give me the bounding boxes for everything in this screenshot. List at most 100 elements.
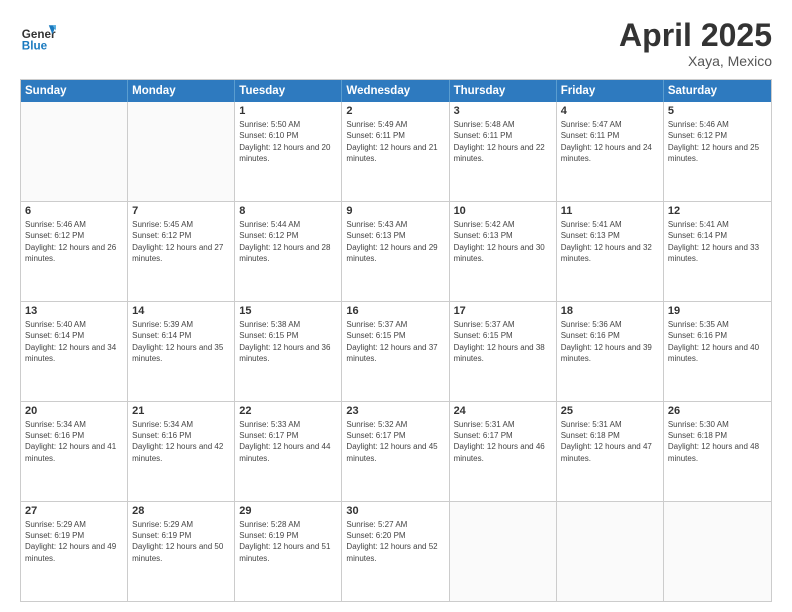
day-cell-27: 27 Sunrise: 5:29 AMSunset: 6:19 PMDayligh… (21, 502, 128, 601)
cell-info: Sunrise: 5:46 AMSunset: 6:12 PMDaylight:… (668, 119, 767, 164)
title-block: April 2025 Xaya, Mexico (619, 18, 772, 69)
cell-info: Sunrise: 5:37 AMSunset: 6:15 PMDaylight:… (454, 319, 552, 364)
day-number: 27 (25, 505, 123, 517)
cell-info: Sunrise: 5:31 AMSunset: 6:18 PMDaylight:… (561, 419, 659, 464)
day-header-friday: Friday (557, 80, 664, 102)
day-cell-16: 16 Sunrise: 5:37 AMSunset: 6:15 PMDayligh… (342, 302, 449, 401)
day-number: 20 (25, 405, 123, 417)
cell-info: Sunrise: 5:38 AMSunset: 6:15 PMDaylight:… (239, 319, 337, 364)
day-cell-5: 5Sunrise: 5:46 AMSunset: 6:12 PMDaylight… (664, 102, 771, 201)
cell-info: Sunrise: 5:33 AMSunset: 6:17 PMDaylight:… (239, 419, 337, 464)
day-cell-18: 18Sunrise: 5:36 AMSunset: 6:16 PMDayligh… (557, 302, 664, 401)
day-number: 15 (239, 305, 337, 317)
cell-info: Sunrise: 5:45 AMSunset: 6:12 PMDaylight:… (132, 219, 230, 264)
day-header-tuesday: Tuesday (235, 80, 342, 102)
location: Xaya, Mexico (619, 53, 772, 69)
day-cell-29: 29 Sunrise: 5:28 AMSunset: 6:19 PMDayligh… (235, 502, 342, 601)
logo-icon: General Blue (20, 18, 56, 54)
cell-info: Sunrise: 5:47 AMSunset: 6:11 PMDaylight:… (561, 119, 659, 164)
day-number: 2 (346, 105, 444, 117)
day-cell-9: 9 Sunrise: 5:43 AMSunset: 6:13 PMDaylight… (342, 202, 449, 301)
day-header-saturday: Saturday (664, 80, 771, 102)
week-row-2: 6 Sunrise: 5:46 AMSunset: 6:12 PMDaylight… (21, 202, 771, 302)
day-number: 25 (561, 405, 659, 417)
day-cell-2: 2Sunrise: 5:49 AMSunset: 6:11 PMDaylight… (342, 102, 449, 201)
day-number: 6 (25, 205, 123, 217)
week-row-1: 1Sunrise: 5:50 AMSunset: 6:10 PMDaylight… (21, 102, 771, 202)
day-cell-25: 25 Sunrise: 5:31 AMSunset: 6:18 PMDayligh… (557, 402, 664, 501)
empty-cell-0-1 (128, 102, 235, 201)
day-cell-11: 11 Sunrise: 5:41 AMSunset: 6:13 PMDayligh… (557, 202, 664, 301)
day-number: 7 (132, 205, 230, 217)
cell-info: Sunrise: 5:37 AMSunset: 6:15 PMDaylight:… (346, 319, 444, 364)
day-cell-23: 23Sunrise: 5:32 AMSunset: 6:17 PMDayligh… (342, 402, 449, 501)
day-number: 4 (561, 105, 659, 117)
day-cell-19: 19 Sunrise: 5:35 AMSunset: 6:16 PMDayligh… (664, 302, 771, 401)
calendar-header: SundayMondayTuesdayWednesdayThursdayFrid… (21, 80, 771, 102)
cell-info: Sunrise: 5:34 AMSunset: 6:16 PMDaylight:… (25, 419, 123, 464)
cell-info: Sunrise: 5:29 AMSunset: 6:19 PMDaylight:… (132, 519, 230, 564)
day-cell-24: 24 Sunrise: 5:31 AMSunset: 6:17 PMDayligh… (450, 402, 557, 501)
day-number: 19 (668, 305, 767, 317)
cell-info: Sunrise: 5:29 AMSunset: 6:19 PMDaylight:… (25, 519, 123, 564)
day-cell-7: 7 Sunrise: 5:45 AMSunset: 6:12 PMDaylight… (128, 202, 235, 301)
cell-info: Sunrise: 5:28 AMSunset: 6:19 PMDaylight:… (239, 519, 337, 564)
empty-cell-4-6 (664, 502, 771, 601)
day-cell-26: 26Sunrise: 5:30 AMSunset: 6:18 PMDayligh… (664, 402, 771, 501)
day-number: 12 (668, 205, 767, 217)
empty-cell-4-5 (557, 502, 664, 601)
day-number: 16 (346, 305, 444, 317)
cell-info: Sunrise: 5:41 AMSunset: 6:13 PMDaylight:… (561, 219, 659, 264)
day-number: 10 (454, 205, 552, 217)
cell-info: Sunrise: 5:39 AMSunset: 6:14 PMDaylight:… (132, 319, 230, 364)
day-number: 24 (454, 405, 552, 417)
cell-info: Sunrise: 5:41 AMSunset: 6:14 PMDaylight:… (668, 219, 767, 264)
cell-info: Sunrise: 5:43 AMSunset: 6:13 PMDaylight:… (346, 219, 444, 264)
day-header-wednesday: Wednesday (342, 80, 449, 102)
day-number: 29 (239, 505, 337, 517)
day-cell-10: 10 Sunrise: 5:42 AMSunset: 6:13 PMDayligh… (450, 202, 557, 301)
day-cell-22: 22 Sunrise: 5:33 AMSunset: 6:17 PMDayligh… (235, 402, 342, 501)
cell-info: Sunrise: 5:46 AMSunset: 6:12 PMDaylight:… (25, 219, 123, 264)
day-cell-13: 13Sunrise: 5:40 AMSunset: 6:14 PMDayligh… (21, 302, 128, 401)
day-number: 13 (25, 305, 123, 317)
day-number: 17 (454, 305, 552, 317)
day-number: 3 (454, 105, 552, 117)
logo: General Blue (20, 18, 56, 54)
day-cell-4: 4 Sunrise: 5:47 AMSunset: 6:11 PMDaylight… (557, 102, 664, 201)
cell-info: Sunrise: 5:31 AMSunset: 6:17 PMDaylight:… (454, 419, 552, 464)
day-cell-15: 15 Sunrise: 5:38 AMSunset: 6:15 PMDayligh… (235, 302, 342, 401)
calendar: SundayMondayTuesdayWednesdayThursdayFrid… (20, 79, 772, 602)
page: General Blue April 2025 Xaya, Mexico Sun… (0, 0, 792, 612)
week-row-5: 27 Sunrise: 5:29 AMSunset: 6:19 PMDayligh… (21, 502, 771, 601)
cell-info: Sunrise: 5:27 AMSunset: 6:20 PMDaylight:… (346, 519, 444, 564)
day-header-monday: Monday (128, 80, 235, 102)
day-header-sunday: Sunday (21, 80, 128, 102)
day-number: 8 (239, 205, 337, 217)
day-number: 23 (346, 405, 444, 417)
cell-info: Sunrise: 5:42 AMSunset: 6:13 PMDaylight:… (454, 219, 552, 264)
header: General Blue April 2025 Xaya, Mexico (20, 18, 772, 69)
day-cell-14: 14 Sunrise: 5:39 AMSunset: 6:14 PMDayligh… (128, 302, 235, 401)
day-number: 14 (132, 305, 230, 317)
day-number: 26 (668, 405, 767, 417)
day-cell-30: 30Sunrise: 5:27 AMSunset: 6:20 PMDayligh… (342, 502, 449, 601)
svg-text:Blue: Blue (22, 40, 48, 53)
cell-info: Sunrise: 5:50 AMSunset: 6:10 PMDaylight:… (239, 119, 337, 164)
day-cell-28: 28Sunrise: 5:29 AMSunset: 6:19 PMDayligh… (128, 502, 235, 601)
day-cell-12: 12 Sunrise: 5:41 AMSunset: 6:14 PMDayligh… (664, 202, 771, 301)
cell-info: Sunrise: 5:36 AMSunset: 6:16 PMDaylight:… (561, 319, 659, 364)
empty-cell-4-4 (450, 502, 557, 601)
day-cell-20: 20 Sunrise: 5:34 AMSunset: 6:16 PMDayligh… (21, 402, 128, 501)
day-number: 22 (239, 405, 337, 417)
day-header-thursday: Thursday (450, 80, 557, 102)
cell-info: Sunrise: 5:35 AMSunset: 6:16 PMDaylight:… (668, 319, 767, 364)
empty-cell-0-0 (21, 102, 128, 201)
day-number: 11 (561, 205, 659, 217)
week-row-3: 13Sunrise: 5:40 AMSunset: 6:14 PMDayligh… (21, 302, 771, 402)
day-cell-8: 8Sunrise: 5:44 AMSunset: 6:12 PMDaylight… (235, 202, 342, 301)
month-title: April 2025 (619, 18, 772, 53)
day-number: 9 (346, 205, 444, 217)
day-number: 21 (132, 405, 230, 417)
calendar-body: 1Sunrise: 5:50 AMSunset: 6:10 PMDaylight… (21, 102, 771, 601)
